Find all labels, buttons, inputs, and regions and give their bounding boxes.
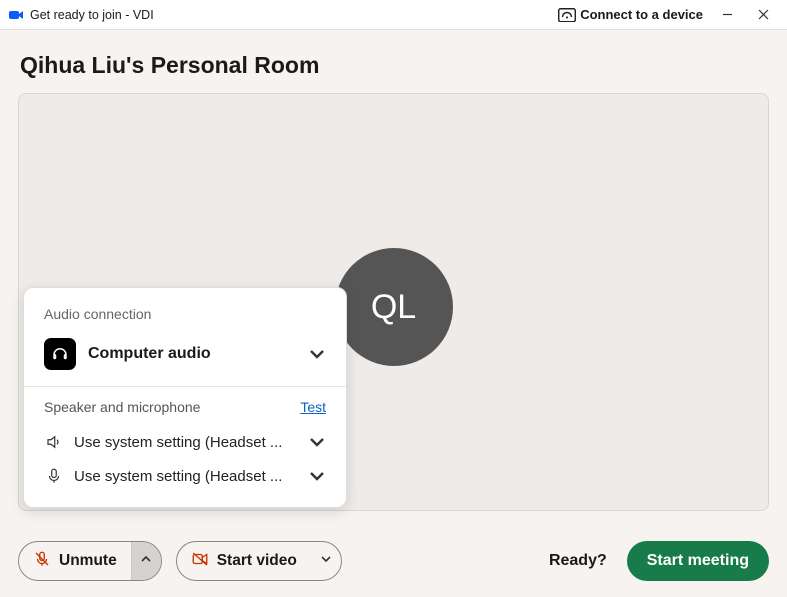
chevron-up-icon: [140, 552, 152, 570]
chevron-down-icon: [308, 467, 326, 485]
audio-mode-selector[interactable]: Computer audio: [44, 334, 326, 386]
unmute-label: Unmute: [59, 552, 117, 570]
minimize-button[interactable]: [709, 0, 745, 29]
window-title: Get ready to join - VDI: [30, 8, 154, 22]
unmute-button[interactable]: Unmute: [19, 542, 131, 580]
video-off-icon: [191, 550, 209, 573]
chevron-down-icon: [308, 345, 326, 363]
connect-to-device-button[interactable]: Connect to a device: [552, 0, 709, 29]
connect-to-device-label: Connect to a device: [580, 7, 703, 22]
microphone-icon: [44, 467, 64, 485]
audio-mode-label: Computer audio: [88, 345, 308, 363]
speaker-device-label: Use system setting (Headset ...: [74, 434, 308, 451]
speaker-icon: [44, 433, 64, 451]
start-video-options-button[interactable]: [311, 542, 341, 580]
chevron-down-icon: [320, 552, 332, 570]
divider: [24, 386, 346, 387]
unmute-options-button[interactable]: [131, 542, 161, 580]
headset-icon: [44, 338, 76, 370]
app-icon: [8, 7, 24, 23]
title-bar: Get ready to join - VDI Connect to a dev…: [0, 0, 787, 30]
microphone-device-label: Use system setting (Headset ...: [74, 468, 308, 485]
chevron-down-icon: [308, 433, 326, 451]
start-video-label: Start video: [217, 552, 297, 570]
microphone-selector[interactable]: Use system setting (Headset ...: [44, 459, 326, 493]
start-video-button[interactable]: Start video: [177, 542, 311, 580]
bottom-controls: Unmute Start video Ready?: [18, 541, 769, 581]
mic-muted-icon: [33, 550, 51, 573]
room-title: Qihua Liu's Personal Room: [20, 52, 769, 79]
audio-section-label: Audio connection: [44, 306, 326, 322]
start-video-pill: Start video: [176, 541, 342, 581]
close-button[interactable]: [745, 0, 781, 29]
speaker-mic-label: Speaker and microphone: [44, 399, 200, 415]
test-audio-link[interactable]: Test: [300, 399, 326, 415]
video-preview-area: QL Audio connection Computer audio Speak…: [18, 93, 769, 511]
avatar: QL: [335, 248, 453, 366]
ready-label: Ready?: [549, 552, 607, 570]
audio-connection-popover: Audio connection Computer audio Speaker …: [23, 287, 347, 508]
start-meeting-button[interactable]: Start meeting: [627, 541, 769, 581]
unmute-pill: Unmute: [18, 541, 162, 581]
speaker-selector[interactable]: Use system setting (Headset ...: [44, 425, 326, 459]
cast-icon: [558, 8, 576, 22]
avatar-initials: QL: [371, 288, 416, 327]
